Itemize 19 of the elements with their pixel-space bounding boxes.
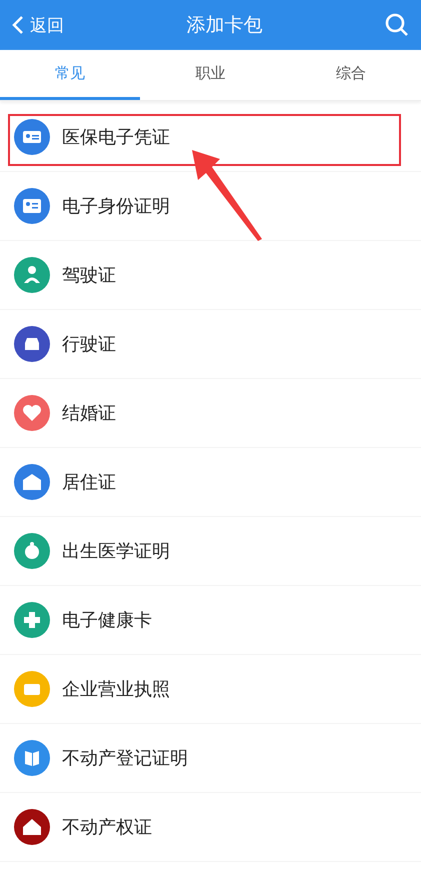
search-button[interactable] bbox=[385, 13, 409, 37]
back-icon bbox=[12, 15, 24, 35]
card-type-label[interactable]: 企业营业执照 bbox=[62, 677, 170, 701]
search-icon bbox=[385, 13, 409, 37]
card-type-label[interactable]: 医保电子凭证 bbox=[62, 125, 170, 149]
card-type-label[interactable]: 出生医学证明 bbox=[62, 539, 170, 563]
page-title: 添加卡包 bbox=[186, 13, 262, 38]
card-type-label[interactable]: 电子健康卡 bbox=[62, 608, 152, 632]
back-button[interactable]: 返回 bbox=[12, 14, 64, 36]
card-type-label[interactable]: 居住证 bbox=[62, 470, 116, 494]
card-type-label[interactable]: 行驶证 bbox=[62, 332, 116, 356]
card-type-label[interactable]: 结婚证 bbox=[62, 401, 116, 425]
card-type-label[interactable]: 驾驶证 bbox=[62, 263, 116, 287]
card-type-label[interactable]: 不动产权证 bbox=[62, 815, 152, 839]
tab[interactable]: 综合 bbox=[280, 50, 421, 100]
tab[interactable]: 常见 bbox=[0, 50, 140, 100]
card-type-label[interactable]: 电子身份证明 bbox=[62, 194, 170, 218]
card-type-label[interactable]: 不动产登记证明 bbox=[62, 746, 188, 770]
tab[interactable]: 职业 bbox=[140, 50, 281, 100]
